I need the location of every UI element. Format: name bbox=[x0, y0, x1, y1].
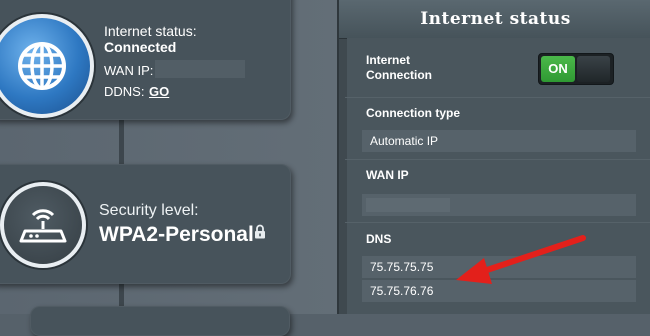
lock-icon bbox=[255, 224, 265, 239]
internet-connection-label-line1: Internet bbox=[366, 53, 411, 67]
divider bbox=[345, 97, 650, 98]
dns-label: DNS bbox=[366, 232, 392, 246]
divider bbox=[345, 222, 650, 223]
internet-status-value: Connected bbox=[104, 39, 177, 55]
wan-ip-panel-label: WAN IP bbox=[366, 168, 409, 182]
internet-status-label: Internet status: bbox=[104, 23, 197, 39]
panel-title: Internet status bbox=[339, 0, 650, 39]
toggle-knob bbox=[577, 56, 610, 82]
internet-connection-toggle[interactable]: ON bbox=[538, 53, 614, 85]
router-icon[interactable] bbox=[0, 182, 86, 268]
internet-connection-label-line2: Connection bbox=[366, 68, 432, 82]
ddns-label: DDNS: bbox=[104, 84, 145, 99]
toggle-on-label: ON bbox=[541, 56, 575, 82]
wan-ip-label: WAN IP: bbox=[104, 63, 154, 78]
connection-type-field: Automatic IP bbox=[362, 130, 636, 152]
divider bbox=[345, 159, 650, 160]
security-level-label: Security level: bbox=[99, 202, 199, 219]
wan-ip-redacted bbox=[155, 60, 245, 78]
next-card-edge bbox=[30, 306, 290, 336]
wan-ip-redacted bbox=[366, 198, 450, 212]
wan-ip-field bbox=[362, 194, 636, 216]
annotation-arrow bbox=[456, 235, 586, 284]
security-level-value: WPA2-Personal bbox=[99, 223, 254, 246]
ddns-go-link[interactable]: GO bbox=[149, 84, 169, 99]
connection-type-label: Connection type bbox=[366, 106, 461, 120]
internet-connection-label: Internet Connection bbox=[366, 53, 432, 83]
